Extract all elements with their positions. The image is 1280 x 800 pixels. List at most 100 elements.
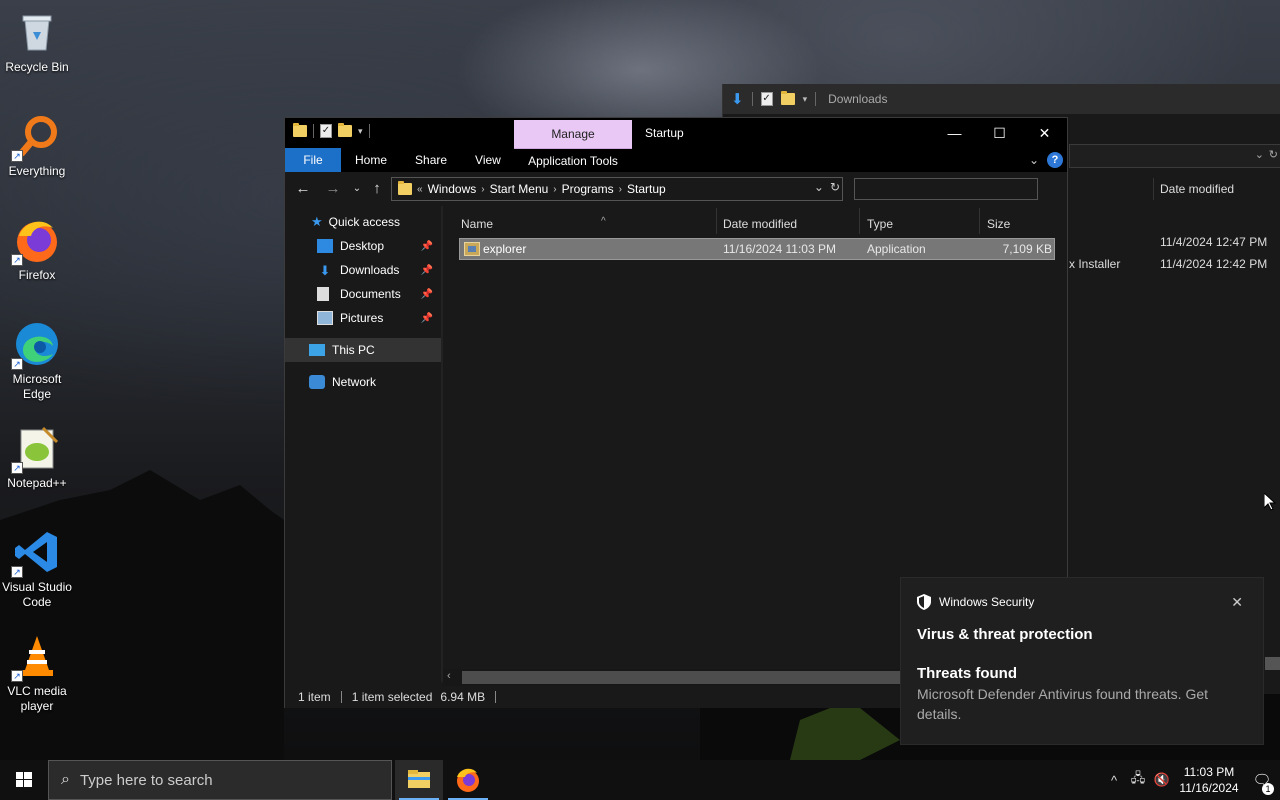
tab-share[interactable]: Share [401,148,461,172]
downloads-address-bar[interactable]: ⌄ ↻ [1069,144,1280,168]
properties-icon[interactable]: ✓ [760,92,773,106]
chevron-down-icon[interactable]: ⌄ [814,180,824,194]
column-date-modified[interactable]: Date modified [1153,178,1280,200]
column-divider[interactable] [859,208,860,234]
back-button[interactable]: ← [293,179,313,199]
application-icon [464,242,480,256]
tab-home[interactable]: Home [341,148,401,172]
taskbar-search[interactable]: ⌕ Type here to search [48,760,392,800]
close-button[interactable]: ✕ [1022,118,1067,148]
tab-application-tools[interactable]: Application Tools [514,148,632,172]
chevron-down-icon[interactable]: ⌄ [1255,148,1264,161]
clock[interactable]: 11:03 PM 11/16/2024 [1174,764,1244,796]
sidebar-item-desktop[interactable]: Desktop 📌 [285,234,441,258]
sidebar-item-downloads[interactable]: ⬇ Downloads 📌 [285,258,441,282]
sidebar-item-label: Documents [340,287,401,301]
refresh-icon[interactable]: ↻ [830,180,840,194]
divider [368,124,370,138]
column-name[interactable]: Name ^ [461,212,717,236]
volume-muted-icon[interactable]: 🔇 [1150,772,1174,788]
action-center-button[interactable]: 🗨 1 [1244,771,1280,795]
column-divider[interactable] [979,208,980,234]
breadcrumb-item[interactable]: Windows [428,182,477,196]
desktop-icon-vlc[interactable]: ↗ VLC media player [0,632,74,714]
refresh-icon[interactable]: ↻ [1269,148,1278,161]
desktop-icon-label: Recycle Bin [5,60,69,74]
divider [495,691,497,703]
dropdown-icon[interactable]: ▾ [803,94,808,105]
forward-button[interactable]: → [323,179,343,199]
sidebar-item-this-pc[interactable]: This PC [285,338,441,362]
folder-icon [398,181,412,195]
vscode-icon: ↗ [11,528,61,578]
tab-file[interactable]: File [285,148,341,172]
selection-size: 6.94 MB [440,690,486,704]
pin-icon: 📌 [420,288,433,300]
scroll-left-icon[interactable]: ‹ [447,670,451,682]
tab-view[interactable]: View [461,148,515,172]
breadcrumb-item[interactable]: Programs [562,182,614,196]
taskbar: ⌕ Type here to search ^ 🖧 🔇 11:03 PM 11/… [0,760,1280,800]
navigation-bar: ← → ⌄ ↑ « Windows › Start Menu › Program… [285,172,1067,206]
search-input[interactable] [854,178,1038,200]
chevron-right-icon[interactable]: › [481,184,484,195]
notification-header: Windows Security [917,594,1247,610]
desktop-icon-recycle-bin[interactable]: Recycle Bin [0,8,74,75]
desktop-icon-notepadpp[interactable]: ↗ Notepad++ [0,424,74,491]
desktop-icon-vscode[interactable]: ↗ Visual Studio Code [0,528,74,610]
tab-manage[interactable]: Manage [514,120,632,148]
expand-ribbon-icon[interactable]: ⌄ [1029,153,1039,167]
start-button[interactable] [0,760,48,800]
downloads-titlebar[interactable]: ⬇ ✓ ▾ Downloads [723,84,1280,114]
column-date-modified[interactable]: Date modified [723,212,859,236]
sidebar-item-quick-access[interactable]: ★ Quick access [285,210,441,234]
desktop-icon-firefox[interactable]: ↗ Firefox [0,216,74,283]
desktop-icon-label: Everything [8,164,66,178]
desktop-icon-edge[interactable]: ↗ Microsoft Edge [0,320,74,402]
network-status-icon[interactable]: 🖧 [1126,769,1150,791]
column-type[interactable]: Type [867,212,979,236]
desktop-icon-label: Notepad++ [7,476,67,490]
desktop-icon-everything[interactable]: ↗ Everything [0,112,74,179]
address-bar[interactable]: « Windows › Start Menu › Programs › Star… [391,177,843,201]
sort-ascending-icon: ^ [601,216,606,227]
sidebar-item-label: Pictures [340,311,384,325]
help-icon[interactable]: ? [1047,152,1063,168]
window-controls: — ☐ ✕ [932,118,1067,148]
pictures-icon [317,311,333,325]
system-tray: ^ 🖧 🔇 11:03 PM 11/16/2024 🗨 1 [1102,760,1280,800]
table-row[interactable]: explorer 11/16/2024 11:03 PM Application… [459,238,1055,260]
column-size[interactable]: Size [987,212,1057,236]
sidebar-item-pictures[interactable]: Pictures 📌 [285,306,441,330]
minimize-button[interactable]: — [932,118,977,148]
maximize-button[interactable]: ☐ [977,118,1022,148]
title-bar[interactable]: ✓ ▾ Manage Startup — ☐ ✕ [285,118,1067,148]
folder-icon[interactable] [780,91,795,105]
recent-locations-button[interactable]: ⌄ [347,179,367,199]
close-icon[interactable]: ✕ [1231,594,1243,611]
breadcrumb-item[interactable]: Start Menu [490,182,549,196]
notification-subtitle: Threats found [917,665,1017,682]
chevron-right-icon[interactable]: › [619,184,622,195]
security-notification[interactable]: Windows Security ✕ Virus & threat protec… [900,577,1264,745]
scrollbar-thumb[interactable] [462,671,902,684]
breadcrumb-item[interactable]: Startup [627,182,666,196]
shortcut-arrow-icon: ↗ [11,358,23,370]
scrollbar-thumb[interactable] [1265,657,1280,670]
taskbar-firefox[interactable] [444,760,492,800]
sidebar-item-label: This PC [332,343,375,357]
customize-toolbar-icon[interactable]: ▾ [358,126,363,137]
chevron-up-icon[interactable]: ^ [1102,773,1126,788]
breadcrumb-overflow[interactable]: « [417,184,423,195]
file-date: 11/4/2024 12:42 PM [1160,257,1268,271]
sidebar-item-documents[interactable]: Documents 📌 [285,282,441,306]
mouse-cursor-icon [1264,493,1276,511]
up-button[interactable]: ↑ [367,179,387,199]
column-divider[interactable] [716,208,717,234]
chevron-right-icon[interactable]: › [553,184,556,195]
new-folder-icon[interactable] [338,123,352,137]
sidebar-item-label: Quick access [328,215,401,229]
taskbar-file-explorer[interactable] [395,760,443,800]
sidebar-item-network[interactable]: Network [285,370,441,394]
properties-icon[interactable]: ✓ [320,124,332,138]
